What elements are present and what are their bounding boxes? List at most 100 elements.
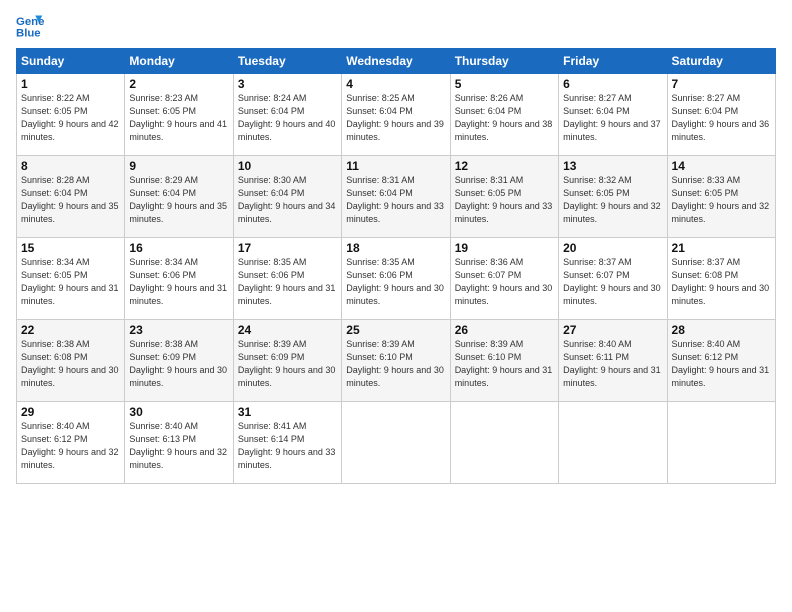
calendar-header-thursday: Thursday	[450, 49, 558, 74]
calendar-cell: 26Sunrise: 8:39 AMSunset: 6:10 PMDayligh…	[450, 320, 558, 402]
day-number: 7	[672, 77, 771, 91]
day-info: Sunrise: 8:24 AMSunset: 6:04 PMDaylight:…	[238, 92, 337, 144]
day-info: Sunrise: 8:30 AMSunset: 6:04 PMDaylight:…	[238, 174, 337, 226]
calendar-cell: 4Sunrise: 8:25 AMSunset: 6:04 PMDaylight…	[342, 74, 450, 156]
day-number: 15	[21, 241, 120, 255]
day-info: Sunrise: 8:38 AMSunset: 6:08 PMDaylight:…	[21, 338, 120, 390]
day-number: 28	[672, 323, 771, 337]
day-info: Sunrise: 8:26 AMSunset: 6:04 PMDaylight:…	[455, 92, 554, 144]
calendar-cell: 3Sunrise: 8:24 AMSunset: 6:04 PMDaylight…	[233, 74, 341, 156]
calendar-table: SundayMondayTuesdayWednesdayThursdayFrid…	[16, 48, 776, 484]
day-number: 26	[455, 323, 554, 337]
day-info: Sunrise: 8:32 AMSunset: 6:05 PMDaylight:…	[563, 174, 662, 226]
calendar-week-row: 8Sunrise: 8:28 AMSunset: 6:04 PMDaylight…	[17, 156, 776, 238]
calendar-header-monday: Monday	[125, 49, 233, 74]
day-info: Sunrise: 8:34 AMSunset: 6:06 PMDaylight:…	[129, 256, 228, 308]
calendar-header-wednesday: Wednesday	[342, 49, 450, 74]
calendar-cell: 5Sunrise: 8:26 AMSunset: 6:04 PMDaylight…	[450, 74, 558, 156]
day-info: Sunrise: 8:34 AMSunset: 6:05 PMDaylight:…	[21, 256, 120, 308]
calendar-cell	[342, 402, 450, 484]
day-number: 22	[21, 323, 120, 337]
day-number: 21	[672, 241, 771, 255]
day-info: Sunrise: 8:40 AMSunset: 6:12 PMDaylight:…	[21, 420, 120, 472]
calendar-cell: 18Sunrise: 8:35 AMSunset: 6:06 PMDayligh…	[342, 238, 450, 320]
day-info: Sunrise: 8:39 AMSunset: 6:09 PMDaylight:…	[238, 338, 337, 390]
calendar-cell	[559, 402, 667, 484]
day-number: 1	[21, 77, 120, 91]
calendar-cell: 19Sunrise: 8:36 AMSunset: 6:07 PMDayligh…	[450, 238, 558, 320]
calendar-week-row: 22Sunrise: 8:38 AMSunset: 6:08 PMDayligh…	[17, 320, 776, 402]
day-number: 30	[129, 405, 228, 419]
calendar-header-saturday: Saturday	[667, 49, 775, 74]
day-info: Sunrise: 8:39 AMSunset: 6:10 PMDaylight:…	[455, 338, 554, 390]
day-info: Sunrise: 8:38 AMSunset: 6:09 PMDaylight:…	[129, 338, 228, 390]
calendar-cell: 13Sunrise: 8:32 AMSunset: 6:05 PMDayligh…	[559, 156, 667, 238]
day-info: Sunrise: 8:35 AMSunset: 6:06 PMDaylight:…	[238, 256, 337, 308]
calendar-cell: 10Sunrise: 8:30 AMSunset: 6:04 PMDayligh…	[233, 156, 341, 238]
calendar-cell: 20Sunrise: 8:37 AMSunset: 6:07 PMDayligh…	[559, 238, 667, 320]
calendar-cell: 17Sunrise: 8:35 AMSunset: 6:06 PMDayligh…	[233, 238, 341, 320]
page-container: General Blue SundayMondayTuesdayWednesda…	[0, 0, 792, 612]
calendar-cell: 30Sunrise: 8:40 AMSunset: 6:13 PMDayligh…	[125, 402, 233, 484]
day-info: Sunrise: 8:33 AMSunset: 6:05 PMDaylight:…	[672, 174, 771, 226]
logo-icon: General Blue	[16, 12, 44, 40]
day-number: 24	[238, 323, 337, 337]
calendar-cell: 16Sunrise: 8:34 AMSunset: 6:06 PMDayligh…	[125, 238, 233, 320]
day-info: Sunrise: 8:35 AMSunset: 6:06 PMDaylight:…	[346, 256, 445, 308]
day-number: 8	[21, 159, 120, 173]
day-number: 25	[346, 323, 445, 337]
day-info: Sunrise: 8:27 AMSunset: 6:04 PMDaylight:…	[563, 92, 662, 144]
day-info: Sunrise: 8:29 AMSunset: 6:04 PMDaylight:…	[129, 174, 228, 226]
day-number: 23	[129, 323, 228, 337]
calendar-header-tuesday: Tuesday	[233, 49, 341, 74]
day-number: 29	[21, 405, 120, 419]
day-number: 12	[455, 159, 554, 173]
svg-text:Blue: Blue	[16, 28, 41, 40]
calendar-cell: 9Sunrise: 8:29 AMSunset: 6:04 PMDaylight…	[125, 156, 233, 238]
day-number: 18	[346, 241, 445, 255]
day-number: 17	[238, 241, 337, 255]
day-number: 5	[455, 77, 554, 91]
calendar-cell: 7Sunrise: 8:27 AMSunset: 6:04 PMDaylight…	[667, 74, 775, 156]
day-number: 31	[238, 405, 337, 419]
day-info: Sunrise: 8:23 AMSunset: 6:05 PMDaylight:…	[129, 92, 228, 144]
day-number: 16	[129, 241, 228, 255]
calendar-week-row: 1Sunrise: 8:22 AMSunset: 6:05 PMDaylight…	[17, 74, 776, 156]
calendar-header-sunday: Sunday	[17, 49, 125, 74]
day-info: Sunrise: 8:40 AMSunset: 6:11 PMDaylight:…	[563, 338, 662, 390]
calendar-cell: 8Sunrise: 8:28 AMSunset: 6:04 PMDaylight…	[17, 156, 125, 238]
calendar-cell: 25Sunrise: 8:39 AMSunset: 6:10 PMDayligh…	[342, 320, 450, 402]
calendar-week-row: 29Sunrise: 8:40 AMSunset: 6:12 PMDayligh…	[17, 402, 776, 484]
day-number: 14	[672, 159, 771, 173]
calendar-cell: 11Sunrise: 8:31 AMSunset: 6:04 PMDayligh…	[342, 156, 450, 238]
day-number: 9	[129, 159, 228, 173]
day-info: Sunrise: 8:41 AMSunset: 6:14 PMDaylight:…	[238, 420, 337, 472]
logo: General Blue	[16, 12, 48, 40]
day-info: Sunrise: 8:31 AMSunset: 6:05 PMDaylight:…	[455, 174, 554, 226]
day-number: 6	[563, 77, 662, 91]
day-number: 19	[455, 241, 554, 255]
header: General Blue	[16, 12, 776, 40]
calendar-header-friday: Friday	[559, 49, 667, 74]
calendar-cell: 1Sunrise: 8:22 AMSunset: 6:05 PMDaylight…	[17, 74, 125, 156]
calendar-cell: 31Sunrise: 8:41 AMSunset: 6:14 PMDayligh…	[233, 402, 341, 484]
calendar-cell: 23Sunrise: 8:38 AMSunset: 6:09 PMDayligh…	[125, 320, 233, 402]
day-number: 27	[563, 323, 662, 337]
day-number: 13	[563, 159, 662, 173]
calendar-cell: 22Sunrise: 8:38 AMSunset: 6:08 PMDayligh…	[17, 320, 125, 402]
calendar-cell: 6Sunrise: 8:27 AMSunset: 6:04 PMDaylight…	[559, 74, 667, 156]
calendar-header-row: SundayMondayTuesdayWednesdayThursdayFrid…	[17, 49, 776, 74]
day-number: 20	[563, 241, 662, 255]
day-info: Sunrise: 8:37 AMSunset: 6:07 PMDaylight:…	[563, 256, 662, 308]
calendar-cell	[667, 402, 775, 484]
day-number: 2	[129, 77, 228, 91]
day-info: Sunrise: 8:40 AMSunset: 6:12 PMDaylight:…	[672, 338, 771, 390]
day-number: 11	[346, 159, 445, 173]
calendar-week-row: 15Sunrise: 8:34 AMSunset: 6:05 PMDayligh…	[17, 238, 776, 320]
day-number: 3	[238, 77, 337, 91]
calendar-cell: 12Sunrise: 8:31 AMSunset: 6:05 PMDayligh…	[450, 156, 558, 238]
calendar-cell: 27Sunrise: 8:40 AMSunset: 6:11 PMDayligh…	[559, 320, 667, 402]
day-info: Sunrise: 8:37 AMSunset: 6:08 PMDaylight:…	[672, 256, 771, 308]
calendar-cell: 2Sunrise: 8:23 AMSunset: 6:05 PMDaylight…	[125, 74, 233, 156]
day-info: Sunrise: 8:27 AMSunset: 6:04 PMDaylight:…	[672, 92, 771, 144]
